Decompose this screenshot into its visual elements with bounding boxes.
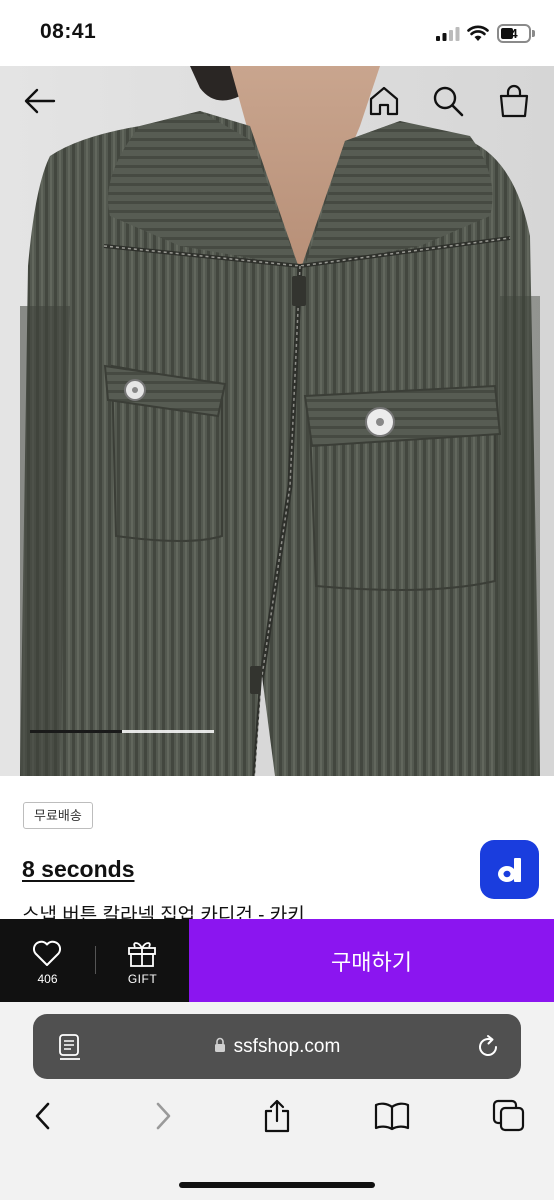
like-count: 406: [37, 972, 58, 986]
home-button[interactable]: [367, 84, 401, 118]
carousel-progress: [30, 730, 214, 733]
chevron-right-icon: [156, 1102, 171, 1130]
browser-toolbar: ssfshop.com: [0, 1002, 554, 1200]
bookmarks-button[interactable]: [374, 1098, 410, 1134]
status-bar: 08:41 4: [0, 0, 554, 66]
chevron-left-icon: [35, 1102, 50, 1130]
search-icon: [433, 86, 464, 117]
purchase-bar: 406 GIFT 구매하기: [0, 919, 554, 1002]
buy-button[interactable]: 구매하기: [189, 919, 554, 1002]
back-button[interactable]: [23, 84, 57, 118]
carousel-progress-fill: [30, 730, 122, 733]
share-icon: [264, 1099, 290, 1133]
browser-back-button[interactable]: [25, 1098, 61, 1134]
home-indicator: [179, 1182, 375, 1188]
back-arrow-icon: [24, 88, 56, 114]
status-time: 08:41: [40, 20, 97, 43]
gift-icon: [128, 942, 156, 967]
battery-cap: [532, 30, 535, 37]
product-image-carousel[interactable]: [0, 66, 554, 776]
gift-button[interactable]: GIFT: [96, 919, 189, 1002]
like-button[interactable]: 406: [0, 919, 95, 1002]
home-icon: [369, 86, 399, 116]
book-icon: [374, 1102, 410, 1131]
share-button[interactable]: [259, 1098, 295, 1134]
d-logo-icon: [497, 857, 521, 882]
tabs-icon: [492, 1099, 525, 1132]
search-button[interactable]: [431, 84, 465, 118]
lock-icon: [214, 1036, 226, 1058]
url-text: ssfshop.com: [233, 1035, 341, 1057]
purchase-bar-left: 406 GIFT: [0, 919, 189, 1002]
floating-d-button[interactable]: [480, 840, 539, 899]
shopping-bag-icon: [499, 84, 529, 118]
heart-icon: [32, 940, 62, 966]
brand-link[interactable]: 8 seconds: [22, 856, 135, 883]
tabs-button[interactable]: [491, 1098, 527, 1134]
free-shipping-badge: 무료배송: [23, 802, 93, 829]
cellular-signal-icon: [436, 27, 460, 41]
product-photo: [0, 66, 554, 776]
gift-label: GIFT: [127, 972, 158, 986]
address-bar[interactable]: ssfshop.com: [33, 1014, 521, 1079]
cart-button[interactable]: [497, 84, 531, 118]
wifi-icon: [467, 25, 489, 41]
browser-forward-button[interactable]: [145, 1098, 181, 1134]
battery-label: 4: [510, 26, 518, 41]
reload-icon[interactable]: [474, 1033, 502, 1061]
url-display[interactable]: ssfshop.com: [33, 1014, 521, 1079]
